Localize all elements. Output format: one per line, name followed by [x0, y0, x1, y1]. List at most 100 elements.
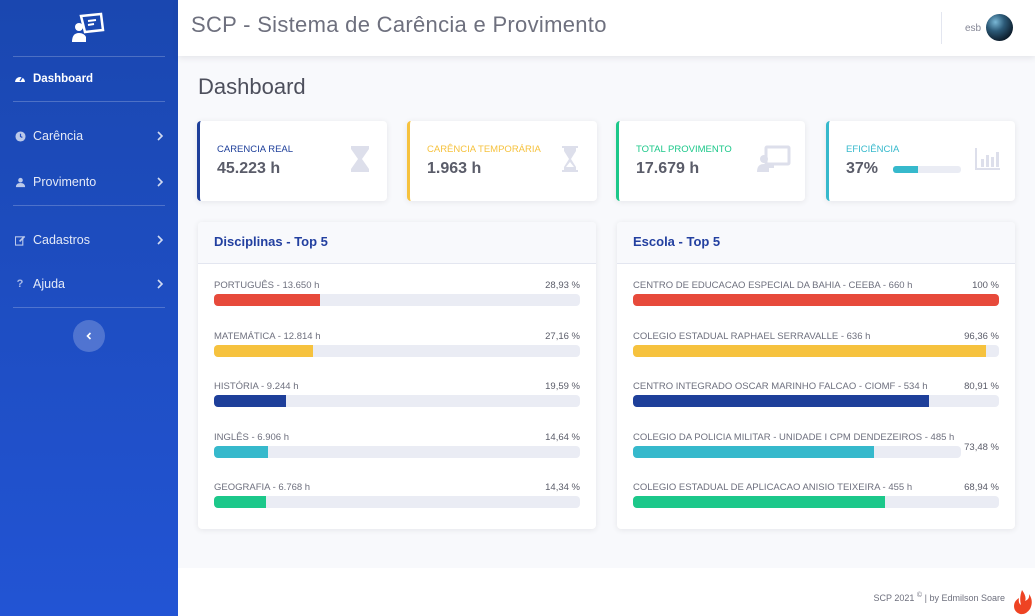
progress-label: PORTUGUÊS - 13.650 h: [214, 280, 320, 291]
progress-percent: 19,59 %: [545, 381, 580, 392]
progress-bar: [214, 294, 580, 306]
progress-bar: [214, 344, 580, 357]
progress-row: COLEGIO DA POLICIA MILITAR - UNIDADE I C…: [633, 432, 999, 468]
progress-row: HISTÓRIA - 9.244 h 19,59 %: [214, 381, 580, 417]
progress-fill: [214, 344, 314, 357]
sidebar-item-provimento[interactable]: Provimento: [0, 160, 178, 204]
sidebar-item-dashboard[interactable]: Dashboard: [0, 57, 178, 101]
progress-label: INGLÊS - 6.906 h: [214, 431, 289, 443]
card-carencia-temporaria: CARÊNCIA TEMPORÁRIA 1.963 h: [407, 121, 597, 201]
progress-fill: [633, 344, 986, 357]
progress-percent: 80,91 %: [964, 381, 999, 392]
bar-chart-icon: [975, 148, 1000, 170]
progress-percent: 100 %: [972, 280, 999, 291]
copyright-symbol: ©: [916, 592, 923, 599]
avatar[interactable]: [986, 14, 1013, 41]
chalkboard-teacher-icon: [757, 145, 791, 172]
progress-row: CENTRO DE EDUCACAO ESPECIAL DA BAHIA - C…: [633, 280, 999, 316]
progress-fill: [633, 496, 886, 508]
footer-brand: SCP 2021: [873, 593, 915, 603]
footer: SCP 2021 © | by Edmilson Soare: [178, 568, 1035, 616]
tachometer-icon: [13, 72, 27, 86]
progress-row: COLEGIO ESTADUAL DE APLICACAO ANISIO TEI…: [633, 482, 999, 518]
progress-fill: [214, 496, 267, 508]
topbar-divider: [941, 12, 942, 44]
panel-title: Escola - Top 5: [617, 222, 1015, 264]
topbar: SCP - Sistema de Carência e Provimento e…: [178, 0, 1035, 56]
sidebar-item-cadastros[interactable]: Cadastros: [0, 218, 178, 262]
progress-percent: 14,34 %: [545, 482, 580, 493]
sidebar-item-label: Provimento: [33, 175, 97, 189]
card-value: 45.223 h: [217, 160, 281, 177]
card-title: EFICIÊNCIA: [846, 144, 900, 155]
card-title: CARÊNCIA TEMPORÁRIA: [427, 144, 541, 155]
sidebar-item-label: Cadastros: [33, 233, 90, 247]
progress-percent: 96,36 %: [964, 330, 999, 342]
progress-bar: [214, 496, 580, 508]
panel-title: Disciplinas - Top 5: [198, 222, 596, 264]
progress-bar: [633, 445, 961, 458]
progress-percent: 14,64 %: [545, 431, 580, 443]
progress-fill: [633, 395, 930, 407]
progress-row: GEOGRAFIA - 6.768 h 14,34 %: [214, 482, 580, 518]
progress-label: CENTRO DE EDUCACAO ESPECIAL DA BAHIA - C…: [633, 280, 913, 291]
progress-row: CENTRO INTEGRADO OSCAR MARINHO FALCAO - …: [633, 381, 999, 417]
chevron-right-icon: [157, 131, 164, 141]
page-title: Dashboard: [198, 74, 306, 99]
card-title: CARENCIA REAL: [217, 144, 294, 155]
sidebar-item-carencia[interactable]: Carência: [0, 114, 178, 158]
progress-percent: 27,16 %: [545, 330, 580, 342]
progress-row: COLEGIO ESTADUAL RAPHAEL SERRAVALLE - 63…: [633, 331, 999, 367]
card-value: 17.679 h: [636, 160, 700, 177]
progress-percent: 28,93 %: [545, 280, 580, 291]
efficiency-progress-fill: [893, 166, 919, 173]
card-total-provimento: TOTAL PROVIMENTO 17.679 h: [616, 121, 805, 201]
chevron-left-icon: [86, 332, 92, 340]
progress-label: MATEMÁTICA - 12.814 h: [214, 330, 321, 342]
progress-fill: [214, 294, 320, 306]
progress-fill: [214, 395, 286, 407]
progress-bar: [633, 344, 999, 357]
footer-text: SCP 2021 © | by Edmilson Soare: [874, 592, 1005, 603]
codeigniter-flame-icon: [1014, 590, 1032, 615]
user-name[interactable]: esb: [965, 23, 981, 34]
progress-label: GEOGRAFIA - 6.768 h: [214, 482, 311, 493]
progress-label: CENTRO INTEGRADO OSCAR MARINHO FALCAO - …: [633, 381, 928, 392]
progress-fill: [214, 445, 268, 458]
card-eficiencia: EFICIÊNCIA 37%: [826, 121, 1015, 201]
question-icon: ?: [16, 278, 24, 290]
sidebar-item-label: Dashboard: [33, 73, 94, 85]
brand-logo[interactable]: [0, 0, 178, 56]
progress-bar: [214, 395, 580, 407]
progress-row: PORTUGUÊS - 13.650 h 28,93 %: [214, 280, 580, 316]
progress-bar: [633, 395, 999, 407]
footer-author: | by Edmilson Soare: [924, 593, 1005, 603]
user-icon: [13, 175, 27, 189]
clock-icon: [13, 129, 27, 143]
progress-percent: 68,94 %: [964, 482, 999, 493]
progress-bar: [633, 496, 999, 508]
app-title: SCP - Sistema de Carência e Provimento: [191, 12, 607, 37]
edit-icon: [13, 233, 27, 247]
progress-label: COLEGIO ESTADUAL RAPHAEL SERRAVALLE - 63…: [633, 330, 871, 342]
progress-fill: [633, 445, 874, 458]
sidebar-item-ajuda[interactable]: ? Ajuda: [0, 262, 178, 306]
chevron-right-icon: [157, 279, 164, 289]
card-carencia-real: CARENCIA REAL 45.223 h: [197, 121, 387, 201]
hourglass-icon: [562, 146, 578, 172]
chevron-right-icon: [157, 235, 164, 245]
efficiency-progress-bar: [893, 166, 961, 173]
sidebar-item-label: Ajuda: [33, 277, 65, 291]
sidebar-toggle-button[interactable]: [73, 320, 105, 352]
card-value: 37%: [846, 160, 879, 177]
progress-row: MATEMÁTICA - 12.814 h 27,16 %: [214, 331, 580, 367]
sidebar: Dashboard Carência Provimento Cadastros …: [0, 0, 178, 616]
progress-row: INGLÊS - 6.906 h 14,64 %: [214, 432, 580, 468]
panel-disciplinas: Disciplinas - Top 5 PORTUGUÊS - 13.650 h…: [198, 222, 596, 529]
sidebar-item-label: Carência: [33, 129, 84, 143]
chevron-right-icon: [157, 177, 164, 187]
card-value: 1.963 h: [427, 160, 482, 177]
progress-bar: [633, 294, 999, 306]
hourglass-icon: [351, 146, 369, 172]
progress-label: COLEGIO ESTADUAL DE APLICACAO ANISIO TEI…: [633, 482, 913, 493]
